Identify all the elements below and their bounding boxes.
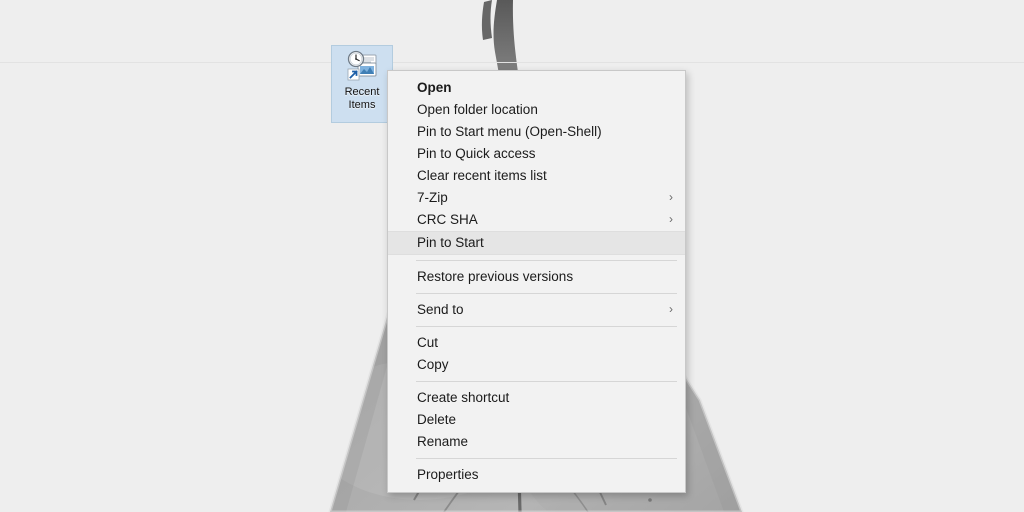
menu-item-open-folder-location[interactable]: Open folder location	[388, 99, 685, 121]
menu-item-copy[interactable]: Copy	[388, 354, 685, 376]
chevron-right-icon: ›	[669, 209, 673, 231]
chevron-right-icon: ›	[669, 187, 673, 209]
recent-items-shortcut-icon	[345, 50, 379, 84]
menu-item-delete[interactable]: Delete	[388, 409, 685, 431]
menu-item-restore-previous-versions[interactable]: Restore previous versions	[388, 266, 685, 288]
menu-separator	[416, 381, 677, 382]
wallpaper-hairline	[0, 62, 1024, 63]
chevron-right-icon: ›	[669, 299, 673, 321]
menu-item-clear-recent-items-list[interactable]: Clear recent items list	[388, 165, 685, 187]
menu-item-rename[interactable]: Rename	[388, 431, 685, 453]
menu-item-send-to[interactable]: Send to›	[388, 299, 685, 321]
menu-item-properties[interactable]: Properties	[388, 464, 685, 486]
menu-item-pin-to-quick-access[interactable]: Pin to Quick access	[388, 143, 685, 165]
menu-item-crc-sha[interactable]: CRC SHA›	[388, 209, 685, 231]
menu-separator	[416, 458, 677, 459]
desktop-icon-label-line2: Items	[333, 99, 391, 112]
menu-separator	[416, 326, 677, 327]
menu-item-pin-to-start[interactable]: Pin to Start	[388, 231, 685, 255]
desktop-icon-label-line1: Recent	[333, 86, 391, 99]
menu-separator	[416, 260, 677, 261]
menu-item-create-shortcut[interactable]: Create shortcut	[388, 387, 685, 409]
context-menu[interactable]: OpenOpen folder locationPin to Start men…	[387, 70, 686, 493]
desktop-icon-recent-items[interactable]: Recent Items	[331, 45, 393, 123]
desktop[interactable]: Recent Items OpenOpen folder locationPin…	[0, 0, 1024, 512]
menu-item-pin-to-start-menu-open-shell[interactable]: Pin to Start menu (Open-Shell)	[388, 121, 685, 143]
menu-item-open[interactable]: Open	[388, 77, 685, 99]
menu-item-cut[interactable]: Cut	[388, 332, 685, 354]
menu-separator	[416, 293, 677, 294]
menu-item-7-zip[interactable]: 7-Zip›	[388, 187, 685, 209]
